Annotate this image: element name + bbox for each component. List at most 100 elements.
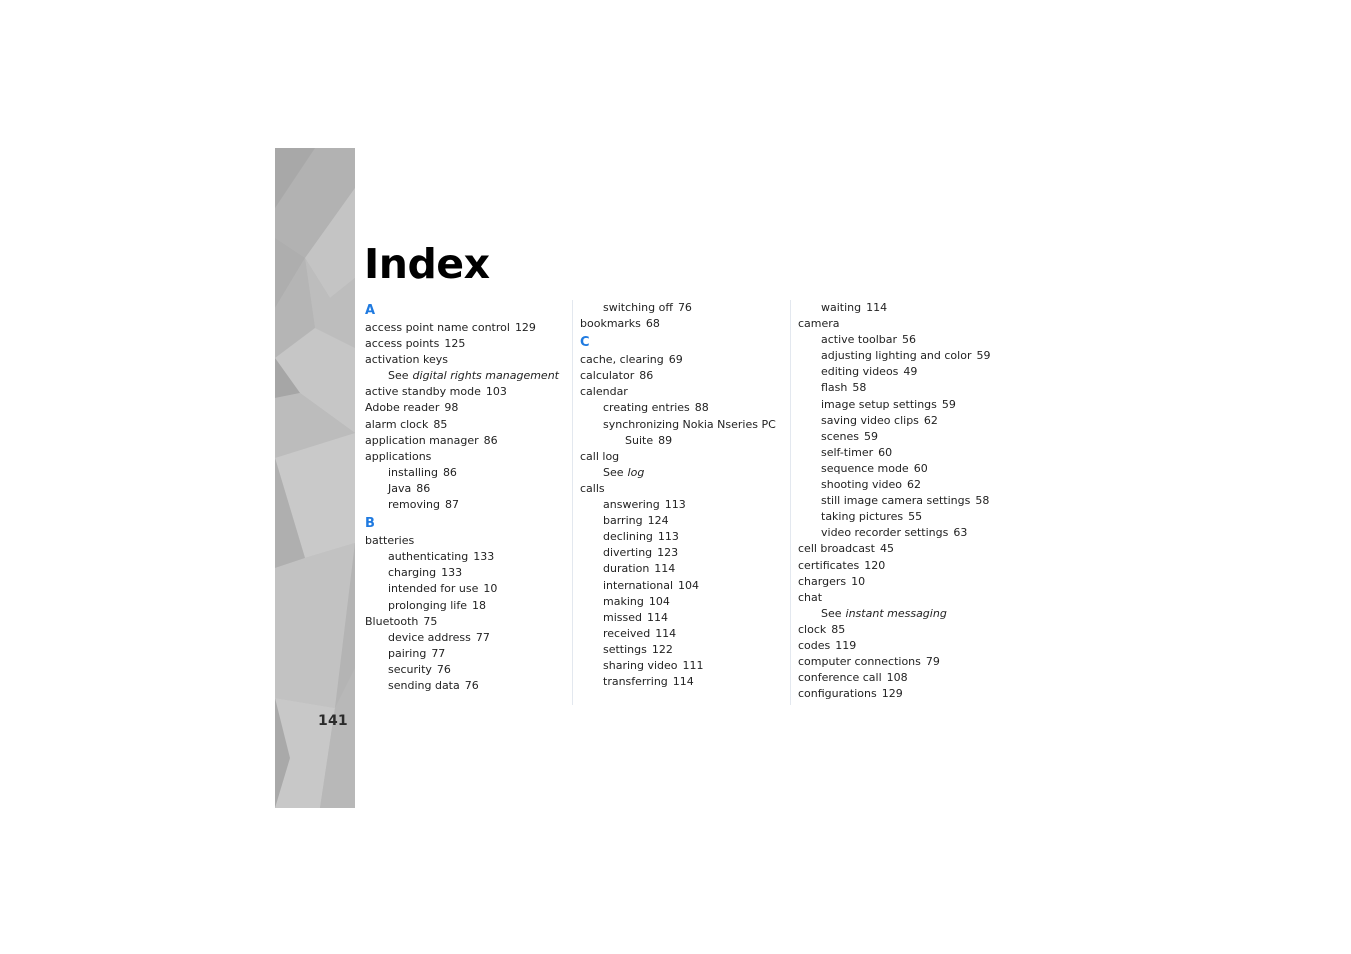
entry-term: prolonging life — [388, 598, 467, 612]
entry-term: authenticating — [388, 550, 469, 564]
entry-term: diverting — [603, 546, 653, 560]
index-entry: batteries — [365, 533, 570, 549]
entry-page-number: 76 — [677, 301, 692, 314]
entry-term: clock — [798, 622, 827, 636]
entry-page-number: 63 — [953, 526, 968, 540]
entry-term: synchronizing Nokia Nseries PC — [603, 417, 776, 431]
entry-term: sharing video — [603, 658, 678, 672]
index-subentry: diverting 123 — [580, 545, 790, 561]
entry-term: call log — [580, 449, 620, 463]
entry-term: device address — [388, 630, 471, 644]
entry-page-number: 103 — [485, 385, 507, 399]
index-subentry: editing videos 49 — [798, 364, 1008, 380]
index-column-1: Aaccess point name control 129 access poin… — [365, 300, 570, 694]
entry-page-number: 114 — [672, 675, 694, 689]
entry-term: transferring — [603, 675, 668, 689]
index-subentry: active toolbar 56 — [798, 332, 1008, 348]
entry-page-number: 133 — [473, 550, 495, 564]
entry-page-number: 104 — [678, 578, 700, 592]
entry-page-number: 119 — [835, 638, 857, 652]
entry-page-number: 77 — [431, 646, 446, 660]
index-subentry: answering 113 — [580, 497, 790, 513]
entry-page-number: 114 — [866, 301, 888, 314]
entry-term: sending data — [388, 678, 460, 692]
entry-term: image setup settings — [821, 397, 937, 411]
entry-term: received — [603, 626, 651, 640]
entry-page-number: 55 — [908, 510, 923, 524]
entry-page-number: 10 — [851, 574, 866, 588]
index-subentry: transferring 114 — [580, 674, 790, 690]
entry-page-number: 60 — [878, 445, 893, 459]
index-subentry: device address 77 — [365, 630, 570, 646]
entry-term: calls — [580, 481, 605, 495]
index-subentry: duration 114 — [580, 561, 790, 577]
entry-term: video recorder settings — [821, 526, 949, 540]
entry-page-number: 59 — [976, 349, 991, 363]
index-subentry: sharing video 111 — [580, 658, 790, 674]
index-subentry: removing 87 — [365, 497, 570, 513]
entry-page-number: 58 — [852, 381, 867, 395]
section-letter-heading: A — [365, 303, 376, 318]
entry-page-number: 45 — [879, 542, 894, 556]
entry-term: missed — [603, 610, 642, 624]
entry-page-number: 113 — [657, 530, 679, 544]
entry-page-number: 120 — [864, 558, 886, 572]
index-subentry: missed 114 — [580, 610, 790, 626]
index-entry: call log — [580, 449, 790, 465]
index-subentry: sequence mode 60 — [798, 461, 1008, 477]
entry-term: calculator — [580, 369, 635, 383]
entry-term: shooting video — [821, 478, 903, 492]
index-subentry: making 104 — [580, 594, 790, 610]
entry-page-number: 114 — [646, 610, 668, 624]
index-entry: cache, clearing 69 — [580, 352, 790, 368]
entry-page-number: 86 — [416, 481, 431, 495]
index-subentry: waiting 114 — [798, 300, 1008, 316]
entry-page-number: 59 — [941, 397, 956, 411]
entry-page-number: 69 — [668, 353, 683, 367]
entry-term: scenes — [821, 429, 860, 443]
entry-page-number: 122 — [651, 642, 673, 656]
page-title: Index — [364, 240, 490, 288]
entry-term: flash — [821, 381, 848, 395]
entry-page-number: 59 — [864, 429, 879, 443]
index-entry: certificates 120 — [798, 558, 1008, 574]
decorative-side-band — [275, 148, 355, 808]
entry-page-number: 85 — [831, 622, 846, 636]
entry-term: certificates — [798, 558, 860, 572]
entry-page-number: 62 — [907, 478, 922, 492]
index-subentry: still image camera settings 58 — [798, 493, 1008, 509]
index-subentry: settings 122 — [580, 642, 790, 658]
index-entry: application manager 86 — [365, 433, 570, 449]
cross-reference-target: digital rights management — [412, 369, 559, 383]
entry-term: Adobe reader — [365, 401, 440, 415]
entry-page-number: 114 — [655, 626, 677, 640]
index-entry: conference call 108 — [798, 670, 1008, 686]
entry-page-number: 123 — [657, 546, 679, 560]
index-entry: cell broadcast 45 — [798, 541, 1008, 557]
entry-page-number: 125 — [444, 337, 466, 351]
entry-term: declining — [603, 530, 653, 544]
index-cross-reference: See log — [580, 465, 790, 481]
entry-page-number: 89 — [658, 433, 673, 447]
entry-term: cache, clearing — [580, 353, 664, 367]
entry-term: making — [603, 594, 644, 608]
entry-page-number: 49 — [903, 365, 918, 379]
cross-reference-target: instant messaging — [845, 606, 947, 620]
index-subentry: video recorder settings 63 — [798, 525, 1008, 541]
index-entry: clock 85 — [798, 622, 1008, 638]
index-entry: chat — [798, 590, 1008, 606]
entry-term: conference call — [798, 671, 882, 685]
index-entry: Bluetooth 75 — [365, 614, 570, 630]
entry-term: duration — [603, 562, 650, 576]
entry-term: saving video clips — [821, 413, 919, 427]
index-subentry: shooting video 62 — [798, 477, 1008, 493]
index-subentry: Java 86 — [365, 481, 570, 497]
index-entry: configurations 129 — [798, 686, 1008, 702]
see-label: See — [603, 465, 624, 479]
entry-term: access points — [365, 337, 440, 351]
index-entry: alarm clock 85 — [365, 417, 570, 433]
section-letter-heading: B — [365, 516, 375, 532]
entry-term: calendar — [580, 385, 628, 399]
index-subentry: image setup settings 59 — [798, 397, 1008, 413]
index-subentry: authenticating 133 — [365, 549, 570, 565]
